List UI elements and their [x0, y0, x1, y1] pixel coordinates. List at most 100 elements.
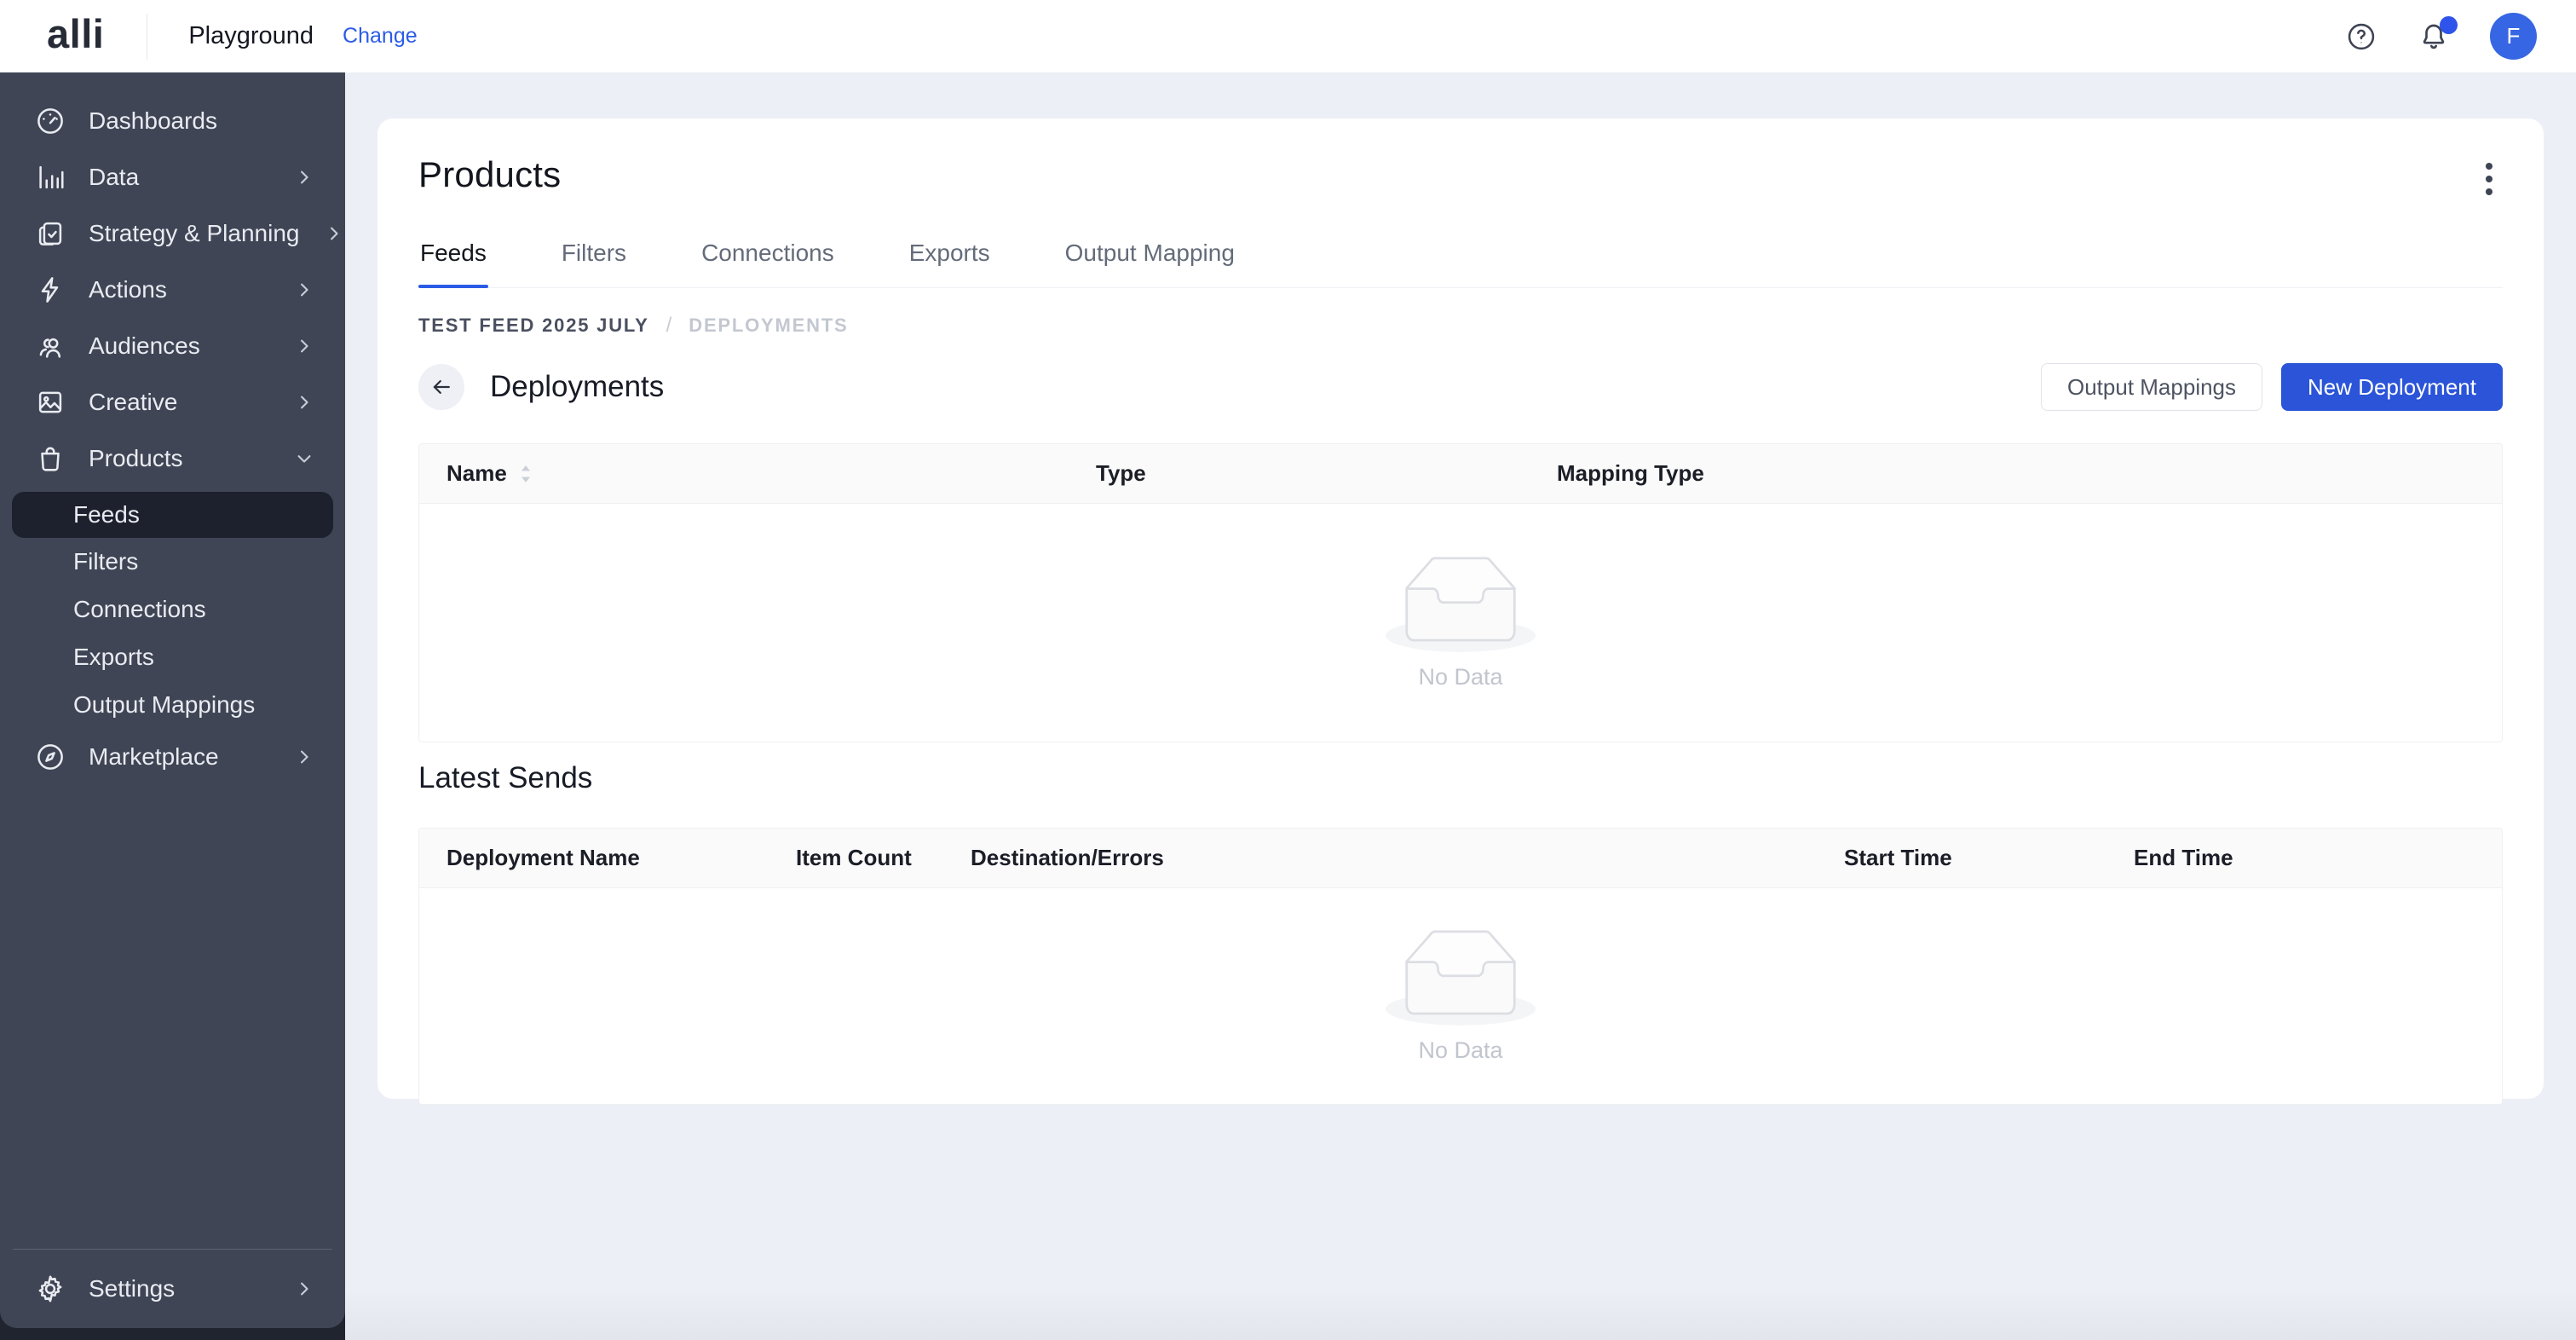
sidebar-panel: Dashboards Data [0, 72, 345, 1328]
empty-state-text: No Data [1418, 664, 1502, 690]
tab-filters[interactable]: Filters [560, 229, 628, 287]
sidebar-item-label: Exports [73, 644, 154, 671]
chevron-right-icon [292, 390, 316, 414]
chevron-down-icon [292, 447, 316, 471]
question-circle-icon [2345, 20, 2377, 53]
sidebar-item-connections[interactable]: Connections [0, 586, 345, 633]
bar-chart-icon [34, 161, 66, 193]
deployments-table-header: Name Type Mapping Type [419, 444, 2502, 504]
change-workspace-link[interactable]: Change [343, 24, 418, 49]
sidebar-item-label: Actions [89, 276, 270, 303]
breadcrumb-separator: / [666, 314, 672, 338]
header-actions: F [2345, 13, 2537, 60]
sidebar-item-actions[interactable]: Actions [0, 262, 345, 318]
sidebar-item-audiences[interactable]: Audiences [0, 318, 345, 374]
section-title: Deployments [490, 370, 664, 404]
deployments-table: Name Type Mapping Type [418, 443, 2503, 742]
chevron-right-icon [292, 1277, 316, 1301]
sidebar-item-feeds[interactable]: Feeds [12, 492, 333, 538]
page-title: Products [418, 154, 561, 195]
sidebar-item-label: Strategy & Planning [89, 220, 300, 247]
lightning-icon [34, 274, 66, 306]
help-button[interactable] [2345, 20, 2377, 53]
sidebar-item-exports[interactable]: Exports [0, 633, 345, 681]
sort-carets-icon[interactable] [517, 462, 534, 486]
sidebar-item-output-mappings[interactable]: Output Mappings [0, 681, 345, 729]
alli-logo: alli [47, 14, 104, 59]
app-root: alli Playground Change [0, 0, 2576, 1340]
sidebar: Dashboards Data [0, 72, 345, 1340]
arrow-left-icon [429, 374, 454, 400]
sidebar-item-label: Data [89, 164, 270, 191]
sidebar-item-dashboards[interactable]: Dashboards [0, 93, 345, 149]
sidebar-item-marketplace[interactable]: Marketplace [0, 729, 345, 785]
column-header-type: Type [1069, 460, 1530, 487]
deployments-table-body: No Data [419, 504, 2502, 742]
clipboard-check-icon [34, 217, 66, 250]
latest-sends-title: Latest Sends [418, 761, 2503, 795]
empty-inbox-icon [1386, 556, 1536, 652]
sidebar-item-label: Filters [73, 548, 138, 575]
empty-state: No Data [1386, 929, 1536, 1064]
sidebar-item-label: Products [89, 445, 270, 472]
breadcrumb: TEST FEED 2025 JULY / DEPLOYMENTS [418, 314, 2503, 338]
column-header-item-count: Item Count [769, 845, 943, 871]
sidebar-item-label: Audiences [89, 332, 270, 360]
sidebar-item-products[interactable]: Products [0, 430, 345, 487]
column-header-destination-errors: Destination/Errors [943, 845, 1817, 871]
shopping-bag-icon [34, 442, 66, 475]
tab-exports[interactable]: Exports [908, 229, 992, 287]
tab-feeds[interactable]: Feeds [418, 229, 488, 287]
top-header: alli Playground Change [0, 0, 2576, 72]
empty-inbox-icon [1386, 929, 1536, 1025]
output-mappings-button[interactable]: Output Mappings [2041, 363, 2262, 411]
tab-output-mapping[interactable]: Output Mapping [1063, 229, 1236, 287]
more-options-button[interactable] [2475, 154, 2503, 204]
workspace-name: Playground [188, 22, 314, 50]
sidebar-item-strategy-planning[interactable]: Strategy & Planning [0, 205, 345, 262]
column-header-end-time: End Time [2106, 845, 2502, 871]
products-submenu: Feeds Filters Connections Exports Output… [0, 492, 345, 729]
main-content: Products Feeds Filters Connections Expor… [345, 72, 2576, 1340]
sidebar-item-filters[interactable]: Filters [0, 538, 345, 586]
empty-state-text: No Data [1418, 1037, 1502, 1064]
sidebar-item-settings[interactable]: Settings [0, 1250, 345, 1328]
people-icon [34, 330, 66, 362]
notification-dot [2440, 16, 2458, 34]
sidebar-item-label: Marketplace [89, 743, 270, 771]
sidebar-item-creative[interactable]: Creative [0, 374, 345, 430]
chevron-right-icon [292, 745, 316, 769]
column-header-name[interactable]: Name [419, 460, 1069, 487]
gear-icon [34, 1273, 66, 1305]
compass-icon [34, 741, 66, 773]
user-avatar[interactable]: F [2490, 13, 2537, 60]
sidebar-item-label: Creative [89, 389, 270, 416]
latest-sends-table-body: No Data [419, 888, 2502, 1104]
sidebar-item-label: Settings [89, 1275, 270, 1302]
sidebar-item-label: Feeds [73, 501, 140, 528]
column-header-mapping-type: Mapping Type [1530, 460, 2502, 487]
sidebar-item-label: Connections [73, 596, 206, 623]
tab-connections[interactable]: Connections [700, 229, 836, 287]
breadcrumb-current: DEPLOYMENTS [689, 315, 848, 337]
column-header-deployment-name: Deployment Name [419, 845, 769, 871]
notifications-button[interactable] [2417, 20, 2451, 54]
products-card: Products Feeds Filters Connections Expor… [377, 118, 2544, 1099]
new-deployment-button[interactable]: New Deployment [2281, 363, 2503, 411]
sidebar-item-label: Dashboards [89, 107, 316, 135]
sidebar-item-label: Output Mappings [73, 691, 255, 719]
column-header-start-time: Start Time [1817, 845, 2106, 871]
latest-sends-table: Deployment Name Item Count Destination/E… [418, 828, 2503, 1105]
sidebar-item-data[interactable]: Data [0, 149, 345, 205]
products-tabs: Feeds Filters Connections Exports Output… [418, 229, 2503, 288]
gauge-icon [34, 105, 66, 137]
back-button[interactable] [418, 364, 464, 410]
sidebar-spacer [0, 785, 345, 1249]
breadcrumb-feed-name[interactable]: TEST FEED 2025 JULY [418, 315, 649, 337]
deployments-header: Deployments Output Mappings New Deployme… [418, 363, 2503, 411]
empty-state: No Data [1386, 556, 1536, 690]
chevron-right-icon [292, 278, 316, 302]
latest-sends-table-header: Deployment Name Item Count Destination/E… [419, 829, 2502, 888]
chevron-right-icon [292, 165, 316, 189]
image-icon [34, 386, 66, 419]
